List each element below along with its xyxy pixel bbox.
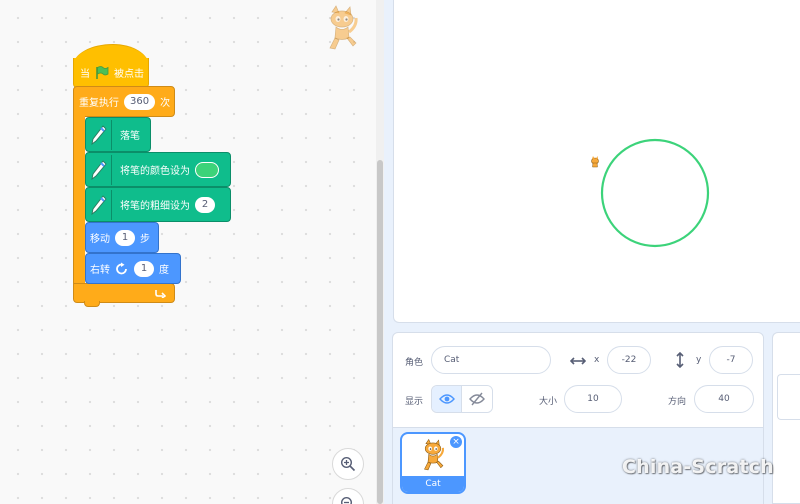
sprite-name-field[interactable]: Cat: [431, 346, 551, 374]
stage[interactable]: [393, 0, 800, 323]
repeat-block-bottom: [73, 283, 175, 303]
set-pen-size-label: 将笔的粗细设为: [120, 201, 190, 212]
loop-arrow-icon: [155, 290, 166, 298]
x-position-value: -22: [621, 355, 637, 365]
repeat-label: 重复执行: [79, 98, 119, 109]
y-label: y: [696, 355, 702, 365]
show-visible-button[interactable]: [432, 386, 463, 412]
repeat-block-arm: [73, 116, 85, 284]
set-pen-color-label: 将笔的颜色设为: [120, 166, 190, 177]
move-steps-input[interactable]: 1: [115, 229, 135, 246]
set-pen-color-block[interactable]: 将笔的颜色设为: [85, 152, 231, 187]
zoom-out-button[interactable]: [332, 488, 364, 504]
watermark: China-Scratch: [622, 456, 774, 478]
rotate-right-icon: [116, 262, 127, 274]
eye-hidden-icon: [469, 392, 485, 406]
y-position-field[interactable]: -7: [709, 346, 753, 374]
green-flag-icon: [96, 65, 109, 79]
pen-down-block[interactable]: 落笔: [85, 117, 151, 152]
turn-label: 右转: [90, 265, 110, 276]
repeat-block[interactable]: 重复执行 360 次: [73, 86, 175, 117]
code-area[interactable]: 当 被点击 重复执行 360 次 落笔 将笔的颜色设为 将笔的粗细设为 2 移动…: [0, 0, 384, 504]
x-position-icon: [570, 357, 586, 365]
move-steps-block[interactable]: 移动 1 步: [85, 222, 159, 253]
direction-field[interactable]: 40: [694, 385, 754, 413]
code-area-scrollbar[interactable]: [376, 0, 384, 504]
when-flag-clicked-block[interactable]: 当 被点击: [73, 58, 149, 88]
delete-sprite-button[interactable]: ×: [449, 435, 463, 449]
x-label: x: [594, 355, 600, 365]
pen-down-label: 落笔: [120, 131, 140, 142]
eye-icon: [438, 394, 455, 404]
stage-thumbnail[interactable]: [777, 374, 800, 420]
size-field[interactable]: 10: [564, 385, 622, 413]
sprite-cat-icon: [329, 5, 358, 50]
pen-icon: [86, 154, 112, 185]
cat-sprite-on-stage[interactable]: [591, 156, 599, 168]
move-label: 移动: [90, 234, 110, 245]
repeat-suffix: 次: [160, 98, 171, 109]
repeat-count-input[interactable]: 360: [124, 93, 156, 110]
direction-value: 40: [718, 394, 730, 404]
size-label: 大小: [539, 397, 558, 407]
hat-suffix: 被点击: [114, 69, 144, 80]
x-position-field[interactable]: -22: [607, 346, 651, 374]
set-pen-size-block[interactable]: 将笔的粗细设为 2: [85, 187, 231, 222]
turn-suffix: 度: [159, 265, 169, 276]
sprite-name-value: Cat: [444, 355, 460, 365]
show-sprite-toggle: [431, 385, 493, 413]
show-hidden-button[interactable]: [462, 386, 492, 412]
pen-drawn-circle: [600, 138, 710, 248]
sprite-thumbnail-label: Cat: [402, 476, 464, 492]
scrollbar-thumb[interactable]: [377, 160, 383, 504]
y-position-value: -7: [726, 355, 736, 365]
pen-icon: [86, 189, 112, 220]
sprite-name-label: 角色: [405, 358, 424, 368]
panel-divider: [384, 0, 392, 504]
repeat-block-nub: [84, 301, 100, 307]
sprite-info-panel: 角色 Cat x -22 y -7 显示 大小 10 方向 40: [392, 332, 764, 428]
y-position-icon: [676, 352, 684, 368]
zoom-out-icon: [341, 497, 352, 504]
zoom-in-button[interactable]: [332, 448, 364, 480]
turn-right-block[interactable]: 右转 1 度: [85, 253, 181, 284]
close-icon: ×: [452, 436, 460, 447]
hat-prefix: 当: [80, 69, 90, 80]
cat-sprite-icon: [424, 438, 445, 471]
direction-label: 方向: [668, 397, 687, 407]
pen-color-picker[interactable]: [195, 161, 219, 178]
move-suffix: 步: [140, 234, 150, 245]
pen-size-input[interactable]: 2: [195, 196, 215, 213]
stage-canvas: [591, 138, 710, 248]
turn-degrees-input[interactable]: 1: [134, 260, 154, 277]
show-label: 显示: [405, 397, 424, 407]
zoom-in-icon: [340, 456, 356, 472]
size-value: 10: [587, 394, 599, 404]
pen-icon: [86, 119, 112, 150]
